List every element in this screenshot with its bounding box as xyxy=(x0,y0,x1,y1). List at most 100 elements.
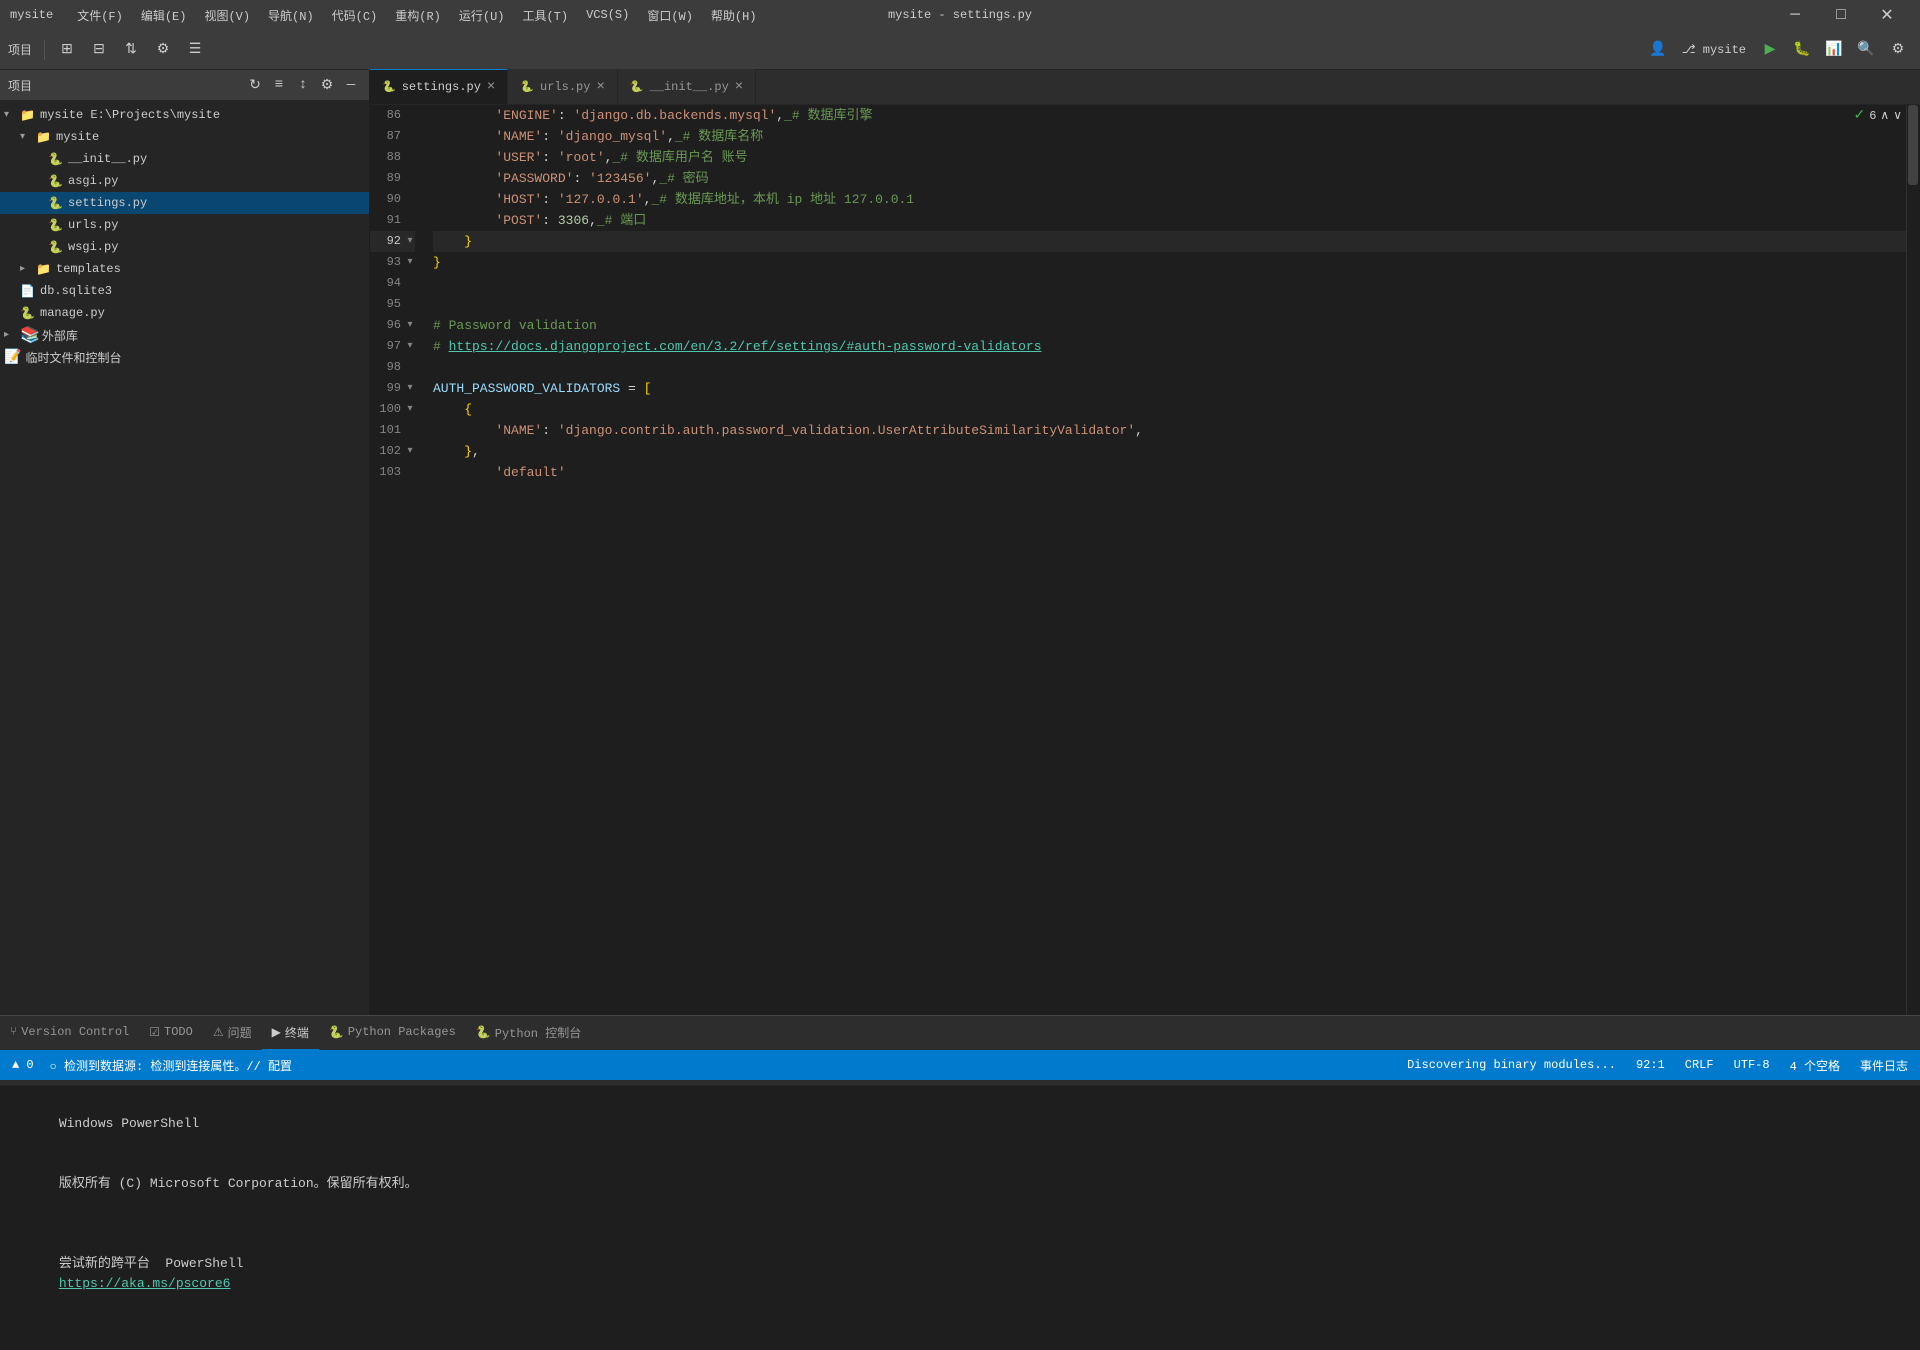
tree-item-root[interactable]: ▾ 📁 mysite E:\Projects\mysite xyxy=(0,104,369,126)
line-num-89: 89 xyxy=(370,168,405,189)
tab-settings[interactable]: 🐍 settings.py × xyxy=(370,69,508,104)
menu-item-工具(T)[interactable]: 工具(T) xyxy=(514,3,576,28)
editor-content[interactable]: ✓ 6 ∧ ∨ 86 87 88 8 xyxy=(370,105,1920,1050)
sidebar-collapse-button[interactable]: ≡ xyxy=(269,75,289,95)
tab-label: __init__.py xyxy=(650,80,729,94)
code-area[interactable]: 'ENGINE' : 'django.db.backends.mysql' , … xyxy=(425,105,1906,1050)
fold-indicator[interactable]: ▾ xyxy=(405,378,415,399)
chevron-down-icon: ∨ xyxy=(1893,108,1902,123)
debug-button[interactable]: 🐛 xyxy=(1788,36,1816,64)
editor-scrollbar[interactable] xyxy=(1906,105,1920,1050)
hide-button[interactable]: ☰ xyxy=(181,36,209,64)
tab-urls[interactable]: 🐍 urls.py × xyxy=(508,69,618,104)
status-discovering: Discovering binary modules... xyxy=(1403,1058,1620,1072)
window-controls: ─ □ ✕ xyxy=(1772,0,1910,30)
tree-item-init[interactable]: 🐍 __init__.py xyxy=(0,148,369,170)
sidebar-sync-button[interactable]: ↻ xyxy=(245,75,265,95)
title-bar: mysite 文件(F)编辑(E)视图(V)导航(N)代码(C)重构(R)运行(… xyxy=(0,0,1920,30)
minimize-button[interactable]: ─ xyxy=(1772,0,1818,30)
tab-todo[interactable]: ☑ TODO xyxy=(139,1016,203,1051)
menu-item-导航(N)[interactable]: 导航(N) xyxy=(260,3,322,28)
fold-indicator[interactable]: ▾ xyxy=(405,441,415,462)
settings-button[interactable]: ⚙ xyxy=(149,36,177,64)
scrollbar-thumb[interactable] xyxy=(1908,105,1918,185)
problem-icon: ⚠ xyxy=(213,1025,224,1040)
profile-button[interactable]: 📊 xyxy=(1820,36,1848,64)
tree-item-asgi[interactable]: 🐍 asgi.py xyxy=(0,170,369,192)
tree-item-external[interactable]: ▸ 📚 外部库 xyxy=(0,324,369,346)
tree-item-wsgi[interactable]: 🐍 wsgi.py xyxy=(0,236,369,258)
menu-item-视图(V)[interactable]: 视图(V) xyxy=(196,3,258,28)
tree-item-urls[interactable]: 🐍 urls.py xyxy=(0,214,369,236)
branch-button[interactable]: ⎇ mysite xyxy=(1676,36,1752,64)
sort-button[interactable]: ⇅ xyxy=(117,36,145,64)
fold-indicator[interactable]: ▾ xyxy=(405,252,415,273)
tab-icon: 🐍 xyxy=(630,80,644,94)
tab-terminal[interactable]: ▶ 终端 xyxy=(262,1016,319,1051)
editor-area: 🐍 settings.py × 🐍 urls.py × 🐍 __init__.p… xyxy=(370,70,1920,1050)
status-info[interactable]: ○ 检测到数据源: 检测到连接属性。// 配置 xyxy=(46,1057,296,1074)
maximize-button[interactable]: □ xyxy=(1818,0,1864,30)
tree-item-settings[interactable]: 🐍 settings.py xyxy=(0,192,369,214)
menu-item-重构(R)[interactable]: 重构(R) xyxy=(387,3,449,28)
user-button[interactable]: 👤 xyxy=(1644,36,1672,64)
terminal-content[interactable]: Windows PowerShell 版权所有 (C) Microsoft Co… xyxy=(0,1086,1920,1350)
code-line-103: 'default' xyxy=(433,462,1906,483)
fold-indicator[interactable]: ▾ xyxy=(405,231,415,252)
menu-item-VCS(S)[interactable]: VCS(S) xyxy=(578,4,637,26)
status-encoding[interactable]: UTF-8 xyxy=(1730,1058,1774,1072)
tab-python-packages[interactable]: 🐍 Python Packages xyxy=(319,1016,466,1051)
menu-item-帮助(H)[interactable]: 帮助(H) xyxy=(703,3,765,28)
gutter-row-99: 99 ▾ xyxy=(370,378,415,399)
sidebar-settings-button[interactable]: ⚙ xyxy=(317,75,337,95)
tab-init[interactable]: 🐍 __init__.py × xyxy=(618,69,756,104)
search-button[interactable]: 🔍 xyxy=(1852,36,1880,64)
menu-bar: 文件(F)编辑(E)视图(V)导航(N)代码(C)重构(R)运行(U)工具(T)… xyxy=(69,3,764,28)
tab-version-control[interactable]: ⑂ Version Control xyxy=(0,1016,139,1051)
tree-item-manage[interactable]: 🐍 manage.py xyxy=(0,302,369,324)
menu-item-编辑(E)[interactable]: 编辑(E) xyxy=(133,3,195,28)
menu-item-运行(U)[interactable]: 运行(U) xyxy=(451,3,513,28)
status-line-ending[interactable]: CRLF xyxy=(1681,1058,1718,1072)
status-csdn: 事件日志 xyxy=(1856,1057,1912,1074)
tab-close-settings[interactable]: × xyxy=(487,79,495,95)
bottom-panel: 终端: 本地 + ∨ ⚙ × Windows PowerShell 版权所有 (… xyxy=(0,1050,1920,1350)
footer-tabs-bar: ⑂ Version Control ☑ TODO ⚠ 问题 ▶ 终端 🐍 Pyt… xyxy=(0,1015,1920,1050)
tree-item-templates[interactable]: ▸ 📁 templates xyxy=(0,258,369,280)
menu-item-代码(C)[interactable]: 代码(C) xyxy=(324,3,386,28)
status-errors[interactable]: ▲ 0 xyxy=(8,1058,38,1072)
gutter-row-90: 90 xyxy=(370,189,415,210)
run-button[interactable]: ▶ xyxy=(1756,36,1784,64)
fold-indicator[interactable]: ▾ xyxy=(405,336,415,357)
line-num-95: 95 xyxy=(370,294,405,315)
tab-close-init[interactable]: × xyxy=(735,79,743,95)
tab-python-console[interactable]: 🐍 Python 控制台 xyxy=(466,1016,591,1051)
tree-item-label: mysite xyxy=(56,130,99,144)
settings2-button[interactable]: ⚙ xyxy=(1884,36,1912,64)
tree-item-scratch[interactable]: 📝 临时文件和控制台 xyxy=(0,346,369,368)
line-num-90: 90 xyxy=(370,189,405,210)
separator xyxy=(44,40,45,60)
line-num-98: 98 xyxy=(370,357,405,378)
tab-close-urls[interactable]: × xyxy=(596,79,604,95)
fold-indicator[interactable]: ▾ xyxy=(405,399,415,420)
collapse-all-button[interactable]: ⊟ xyxy=(85,36,113,64)
tree-item-label: mysite E:\Projects\mysite xyxy=(40,108,220,122)
expand-all-button[interactable]: ⊞ xyxy=(53,36,81,64)
menu-item-文件(F)[interactable]: 文件(F) xyxy=(69,3,131,28)
status-indent[interactable]: 4 个空格 xyxy=(1786,1057,1844,1074)
menu-item-窗口(W)[interactable]: 窗口(W) xyxy=(639,3,701,28)
tree-item-db[interactable]: 📄 db.sqlite3 xyxy=(0,280,369,302)
tab-problems[interactable]: ⚠ 问题 xyxy=(203,1016,262,1051)
tree-item-mysite-folder[interactable]: ▾ 📁 mysite xyxy=(0,126,369,148)
fold-indicator[interactable]: ▾ xyxy=(405,315,415,336)
close-button[interactable]: ✕ xyxy=(1864,0,1910,30)
status-cursor[interactable]: 92:1 xyxy=(1632,1058,1669,1072)
code-line-99: AUTH_PASSWORD_VALIDATORS = [ xyxy=(433,378,1906,399)
code-line-90: 'HOST' : '127.0.0.1' , _# 数据库地址，本机 ip 地址… xyxy=(433,189,1906,210)
error-count: 6 xyxy=(1869,109,1876,123)
sidebar-hide-button[interactable]: — xyxy=(341,75,361,95)
sidebar-sort-button[interactable]: ↕ xyxy=(293,75,313,95)
terminal-link[interactable]: https://aka.ms/pscore6 xyxy=(59,1276,231,1291)
tree-item-label: settings.py xyxy=(68,196,147,210)
